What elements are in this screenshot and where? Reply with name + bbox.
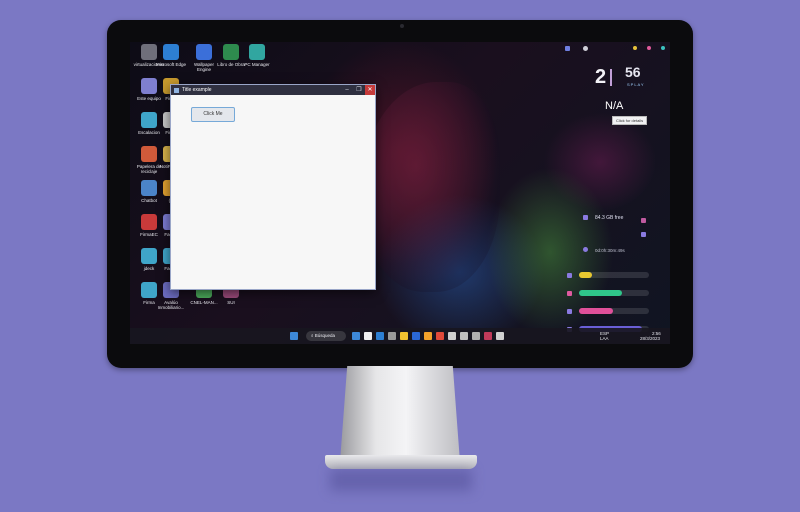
start-icon[interactable] bbox=[290, 332, 298, 340]
search-box[interactable]: ⌕ Búsqueda bbox=[306, 331, 346, 341]
desktop-screen: virtualizaciones Este equipo Escalacion Pap… bbox=[130, 42, 670, 344]
accent-dot-yellow bbox=[633, 46, 637, 50]
minimize-button[interactable]: – bbox=[341, 85, 353, 95]
widget-panel: 2 56 SPLAY N/A Click for details 84.3 GB… bbox=[555, 42, 670, 332]
weather-value[interactable]: N/A bbox=[605, 100, 623, 112]
app-icon bbox=[223, 44, 239, 60]
close-button[interactable]: ✕ bbox=[365, 85, 375, 95]
app-icon bbox=[196, 44, 212, 60]
maximize-button[interactable]: ❐ bbox=[353, 85, 365, 95]
weather-tooltip: Click for details bbox=[612, 116, 648, 125]
disk-icon bbox=[583, 215, 588, 220]
search-label: Búsqueda bbox=[314, 333, 336, 338]
disk-icon bbox=[567, 309, 572, 314]
clock-minutes: 56 bbox=[625, 64, 641, 80]
taskbar-app-icon[interactable] bbox=[376, 332, 384, 340]
accent-dot-pink bbox=[647, 46, 651, 50]
taskbar-app-icon[interactable] bbox=[352, 332, 360, 340]
desktop-icon[interactable]: PC Manager bbox=[240, 44, 274, 67]
clock-hour: 2 bbox=[595, 66, 607, 88]
taskbar-app-icon[interactable] bbox=[412, 332, 420, 340]
search-widget-icon[interactable] bbox=[583, 46, 588, 51]
disk-bar bbox=[579, 308, 649, 314]
language-bottom[interactable]: LAA bbox=[600, 336, 609, 341]
uptime-icon bbox=[583, 247, 588, 252]
app-icon bbox=[174, 87, 179, 93]
wallpaper-creature bbox=[360, 82, 500, 292]
app-icon bbox=[163, 44, 179, 60]
taskbar-app-icon[interactable] bbox=[448, 332, 456, 340]
window-title: Title example bbox=[182, 87, 212, 93]
trash-icon[interactable] bbox=[641, 218, 646, 223]
app-window: Title example – ❐ ✕ Click Me bbox=[170, 84, 376, 290]
taskbar-app-icon[interactable] bbox=[472, 332, 480, 340]
taskbar-app-icon[interactable] bbox=[436, 332, 444, 340]
desktop-icon-label: Avalúo Inmobiliario... bbox=[157, 300, 185, 310]
disk-bar-fill bbox=[579, 308, 613, 314]
desktop-icon[interactable]: Microsoft Edge bbox=[154, 44, 188, 67]
tray-clock-date[interactable]: 28/3/2023 bbox=[640, 336, 660, 341]
ram-bar-fill bbox=[579, 290, 623, 296]
stand-shadow bbox=[330, 469, 472, 491]
cpu-bar-fill bbox=[579, 272, 592, 278]
folder-icon[interactable] bbox=[641, 232, 646, 237]
cpu-icon bbox=[567, 273, 572, 278]
ram-icon bbox=[567, 291, 572, 296]
webcam-dot bbox=[400, 24, 404, 28]
monitor-stand-neck bbox=[340, 366, 460, 462]
clock-brand: SPLAY bbox=[627, 82, 645, 87]
tray-widget-icon[interactable] bbox=[565, 46, 570, 51]
window-titlebar[interactable]: Title example – ❐ ✕ bbox=[171, 85, 375, 95]
taskbar: ⌕ Búsqueda ESP LAA 2:56 28/3/2023 bbox=[130, 328, 670, 344]
desktop-icon-label: SUI bbox=[227, 300, 235, 305]
accent-dot-teal bbox=[661, 46, 665, 50]
taskbar-app-icon[interactable] bbox=[424, 332, 432, 340]
ram-bar bbox=[579, 290, 649, 296]
taskbar-app-icon[interactable] bbox=[496, 332, 504, 340]
desktop-icon-label: PC Manager bbox=[244, 62, 270, 67]
click-me-button[interactable]: Click Me bbox=[191, 107, 235, 122]
taskbar-app-icon[interactable] bbox=[400, 332, 408, 340]
taskbar-app-icon[interactable] bbox=[388, 332, 396, 340]
disk-free-text: 84.3 GB free bbox=[595, 215, 624, 221]
taskbar-app-icon[interactable] bbox=[364, 332, 372, 340]
desktop-icon-label: Microsoft Edge bbox=[155, 62, 186, 67]
monitor-stand-base bbox=[325, 455, 477, 469]
clock-separator bbox=[610, 69, 612, 86]
app-icon bbox=[249, 44, 265, 60]
cpu-bar bbox=[579, 272, 649, 278]
taskbar-app-icon[interactable] bbox=[484, 332, 492, 340]
uptime-text: 0d:0h:30m:49s bbox=[595, 248, 625, 253]
taskbar-app-icon[interactable] bbox=[460, 332, 468, 340]
